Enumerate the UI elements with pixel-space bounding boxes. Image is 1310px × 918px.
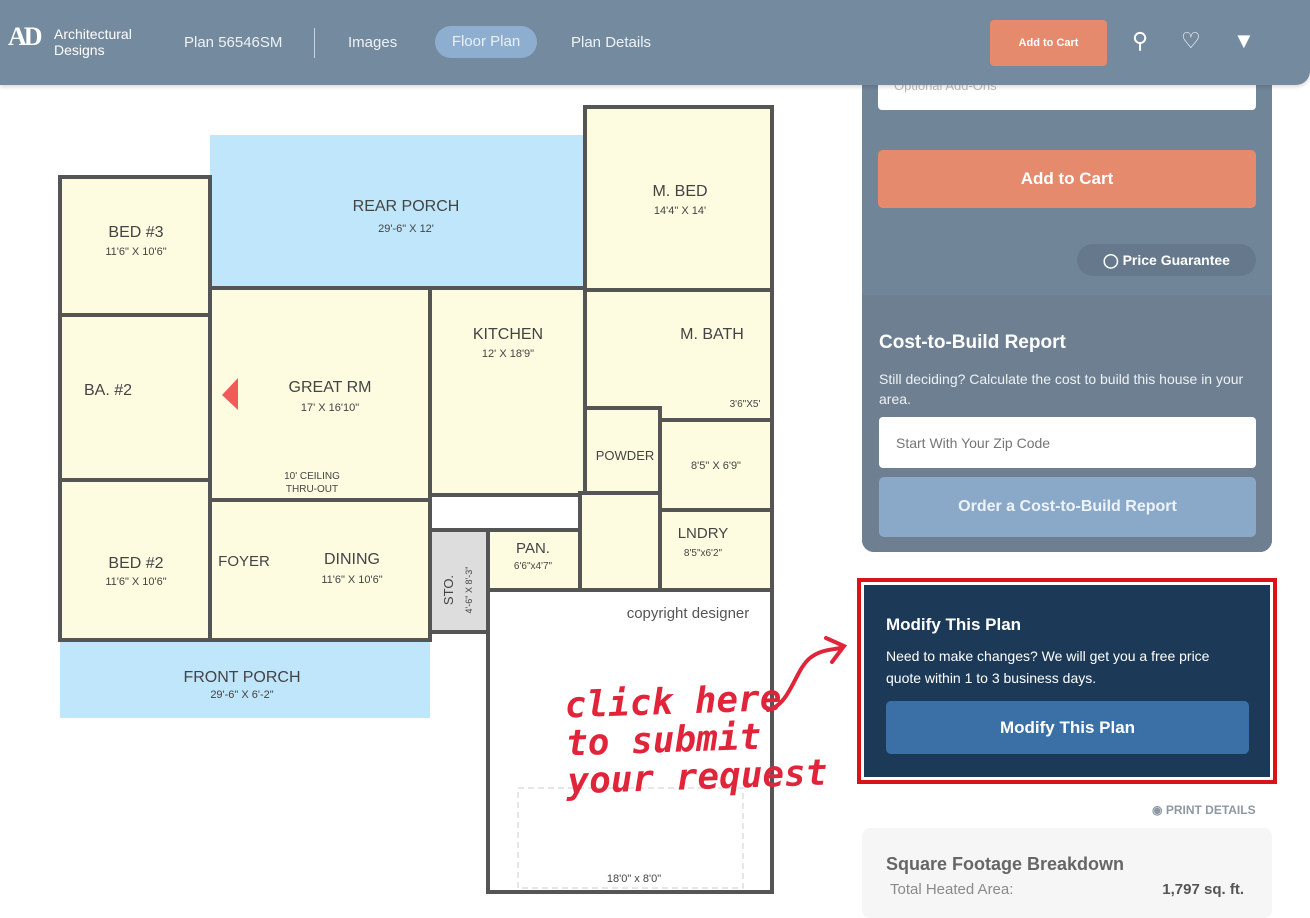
sqft-breakdown: Square Footage Breakdown Total Heated Ar…	[862, 828, 1272, 918]
logo[interactable]: AD Architectural Designs	[8, 22, 132, 62]
room-label: STO.	[441, 575, 456, 605]
price-guarantee-label: Price Guarantee	[1122, 252, 1230, 268]
annotation-line: your request	[566, 752, 829, 803]
room-label: BED #2	[108, 555, 163, 572]
modify-description: Need to make changes? We will get you a …	[886, 648, 1210, 686]
copyright-text: copyright designer	[627, 605, 750, 622]
room-dims: 6'6"x4'7"	[514, 561, 553, 572]
room-dims: 11'6" X 10'6"	[105, 576, 166, 588]
cart-icon[interactable]: ▼	[1233, 28, 1255, 54]
annotation-arrow-icon	[766, 636, 848, 712]
room-label: M. BED	[652, 183, 707, 200]
room-label: BA. #2	[84, 382, 132, 399]
price-guarantee-button[interactable]: ◯ Price Guarantee	[1077, 244, 1256, 276]
room-dims: 29'-6" X 12'	[378, 223, 434, 235]
nav-floor-plan[interactable]: Floor Plan	[435, 26, 537, 58]
room-dims: 29'-6" X 6'-2"	[210, 689, 273, 701]
room-label: PAN.	[516, 540, 550, 557]
print-details-link[interactable]: ◉ PRINT DETAILS	[1152, 803, 1256, 817]
room-dims: 17' X 16'10"	[301, 402, 359, 414]
plan-number: Plan 56546SM	[184, 34, 283, 51]
room-hall	[578, 491, 662, 592]
room-dims: 14'4" X 14'	[654, 205, 706, 217]
cost-to-build-description: Still deciding? Calculate the cost to bu…	[879, 371, 1244, 407]
ceiling-note: 10' CEILING	[284, 471, 340, 482]
room-kitchen	[428, 286, 587, 497]
modify-plan-button[interactable]: Modify This Plan	[886, 701, 1249, 754]
add-to-cart-button[interactable]: Add to Cart	[878, 150, 1256, 208]
room-dining	[208, 498, 432, 642]
room-dims: 11'6" X 10'6"	[105, 246, 166, 258]
room-dims: 4'-6" X 8'-3"	[464, 567, 474, 614]
header-add-to-cart-button[interactable]: Add to Cart	[990, 20, 1107, 66]
nav-plan-details[interactable]: Plan Details	[571, 34, 651, 51]
room-label: FRONT PORCH	[183, 669, 300, 686]
room-sto	[428, 528, 490, 634]
room-label: GREAT RM	[289, 379, 372, 396]
room-label: POWDER	[596, 448, 655, 463]
header: AD Architectural Designs Plan 56546SM Ima…	[0, 0, 1310, 85]
nav-images[interactable]: Images	[348, 34, 397, 51]
user-icon[interactable]: ⚲	[1132, 28, 1148, 54]
logo-line2: Designs	[54, 42, 105, 58]
cost-to-build-title: Cost-to-Build Report	[879, 332, 1066, 353]
room-dims: 18'0" x 8'0"	[607, 873, 661, 885]
room-label: M. BATH	[680, 326, 744, 343]
zip-code-input[interactable]	[879, 417, 1256, 468]
ceiling-note: THRU-OUT	[286, 484, 338, 495]
room-label: KITCHEN	[473, 326, 543, 343]
room-pan	[486, 528, 582, 592]
room-dims: 11'6" X 10'6"	[321, 574, 382, 586]
divider	[314, 28, 315, 58]
room-ba2	[58, 313, 212, 482]
heart-icon[interactable]: ♡	[1181, 28, 1201, 54]
modify-title: Modify This Plan	[886, 615, 1022, 634]
room-label: FOYER	[218, 553, 270, 570]
room-dims: 8'5"x6'2"	[684, 548, 723, 559]
purchase-panel: Optional Add-Ons Add to Cart ◯ Price Gua…	[862, 60, 1272, 552]
room-label: REAR PORCH	[353, 198, 460, 215]
room-label: DINING	[324, 551, 380, 568]
cost-to-build-section: Cost-to-Build Report Still deciding? Cal…	[862, 295, 1272, 552]
room-label: BED #3	[108, 224, 163, 241]
room-dims: 12' X 18'9"	[482, 348, 534, 360]
sqft-label: Total Heated Area:	[890, 881, 1014, 898]
logo-mark: AD	[8, 22, 43, 51]
sqft-value: 1,797 sq. ft.	[1162, 881, 1244, 898]
room-label: LNDRY	[678, 525, 729, 542]
order-cost-report-button[interactable]: Order a Cost-to-Build Report	[879, 477, 1256, 537]
sqft-title: Square Footage Breakdown	[886, 854, 1125, 874]
logo-line1: Architectural	[54, 26, 132, 42]
modify-plan-box: Modify This Plan Need to make changes? W…	[857, 578, 1277, 784]
print-details-label: PRINT DETAILS	[1165, 803, 1256, 817]
room-dims: 3'6"X5'	[730, 399, 761, 410]
room-dims: 8'5" X 6'9"	[691, 460, 741, 472]
